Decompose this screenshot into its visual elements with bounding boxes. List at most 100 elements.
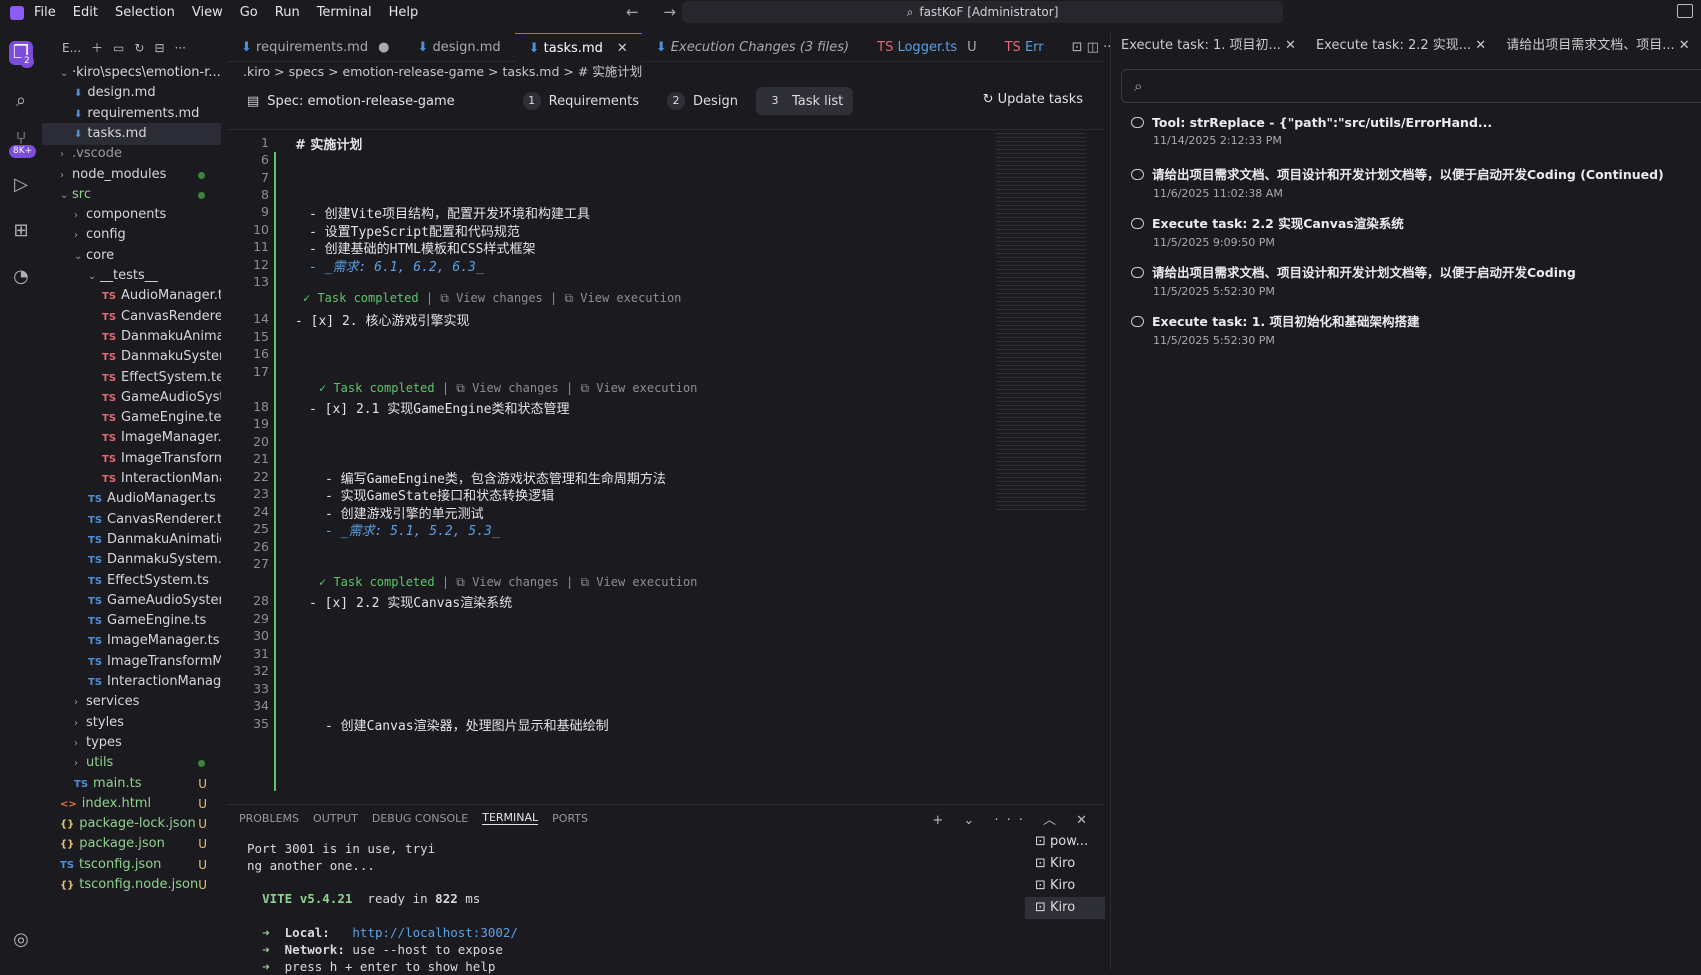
task-checkbox-line[interactable]: - [x] 2.1 实现GameEngine类和状态管理 (309, 398, 570, 417)
command-center[interactable]: ⌕ fastKoF [Administrator] (682, 1, 1283, 23)
spec-step-requirements[interactable]: 1 Requirements (513, 87, 649, 115)
editor-tab[interactable]: ⬇ tasks.md ✕ (514, 33, 642, 62)
tree-item[interactable]: TS ImageManager.ts (42, 630, 221, 652)
tree-item[interactable]: ⌄ src (42, 184, 221, 206)
tree-item[interactable]: TS GameEngine.ts (42, 610, 221, 632)
panel-tab-terminal[interactable]: TERMINAL (482, 811, 539, 825)
view-execution-link[interactable]: ⧉ View execution (580, 381, 697, 395)
tree-item[interactable]: › types (42, 732, 221, 754)
tree-item[interactable]: ⬇ tasks.md (42, 122, 221, 145)
terminal-output[interactable]: Port 3001 is in use, tryi ng another one… (247, 841, 518, 975)
terminal-instance[interactable]: ⊡ Kiro (1025, 875, 1105, 897)
new-folder-icon[interactable]: ▭ (113, 41, 124, 55)
local-url-link[interactable]: http://localhost:3002/ (352, 925, 518, 940)
panel-tab-ports[interactable]: PORTS (552, 812, 588, 825)
tree-item[interactable]: TSDanmakuAnimatio... (42, 326, 221, 348)
menu-item-terminal[interactable]: Terminal (317, 5, 372, 20)
layout-toggle-icon[interactable] (1677, 4, 1693, 18)
tree-item[interactable]: TSInteractionManage... (42, 468, 221, 490)
menu-item-selection[interactable]: Selection (115, 5, 175, 20)
tree-item[interactable]: TSDanmakuAnimation... (42, 529, 221, 551)
task-checkbox-line[interactable]: - [x] 2. 核心游戏引擎实现 (295, 310, 469, 329)
tree-item[interactable]: › components (42, 204, 221, 226)
tree-item[interactable]: TSCanvasRenderer.te... (42, 306, 221, 328)
tree-item[interactable]: TSImageManager.tes... (42, 427, 221, 449)
tree-item[interactable]: TSEffectSystem.test.ts (42, 367, 221, 389)
tree-item[interactable]: › node_modules (42, 164, 221, 186)
menu-item-go[interactable]: Go (240, 5, 258, 20)
tree-item[interactable]: {} package-lock.json U (42, 813, 221, 835)
tree-item[interactable]: TSDanmakuSystem.t... (42, 346, 221, 368)
minimap[interactable] (996, 130, 1086, 510)
run-debug-icon[interactable]: ▷ (9, 173, 33, 197)
tree-item[interactable]: ⌄ ·kiro\specs\emotion-r... (42, 62, 221, 84)
tree-item[interactable]: TS CanvasRenderer.ts (42, 509, 221, 531)
breadcrumb[interactable]: .kiro > specs > emotion-release-game > t… (227, 62, 1105, 82)
editor-tab[interactable]: ⬇ Execution Changes (3 files) (642, 33, 863, 62)
view-execution-link[interactable]: ⧉ View execution (580, 575, 697, 589)
terminal-instance[interactable]: ⊡ Kiro (1025, 853, 1105, 875)
spec-step-task-list[interactable]: 3 Task list (755, 87, 854, 115)
panel-tab-problems[interactable]: PROBLEMS (239, 812, 299, 825)
menu-item-file[interactable]: File (34, 5, 56, 20)
nav-arrows[interactable]: ← → (626, 3, 686, 21)
refresh-icon[interactable]: ↻ (134, 41, 144, 55)
view-changes-link[interactable]: ⧉ View changes (456, 575, 559, 589)
history-item[interactable]: Tool: strReplace - {"path":"src/utils/Er… (1131, 115, 1492, 147)
account-icon[interactable]: ◎ (9, 928, 33, 952)
task-checkbox-line[interactable]: - [x] 2.2 实现Canvas渲染系统 (309, 592, 512, 611)
tree-item[interactable]: ⬇ requirements.md (42, 103, 221, 125)
tree-item[interactable]: › services (42, 691, 221, 713)
panel-tab-output[interactable]: OUTPUT (313, 812, 358, 825)
tree-item[interactable]: <> index.html U (42, 793, 221, 815)
more-icon[interactable]: ··· (175, 41, 186, 55)
tree-item[interactable]: TSGameAudioSystem.ts (42, 590, 221, 612)
history-item[interactable]: Execute task: 2.2 实现Canvas渲染系统 11/5/2025 … (1131, 213, 1404, 249)
panel-controls[interactable]: + ⌄ ··· ︿ ✕ (932, 809, 1095, 828)
tree-item[interactable]: TSGameEngine.test.ts (42, 407, 221, 429)
history-item[interactable]: 请给出项目需求文档、项目设计和开发计划文档等，以便于启动开发Coding (Co… (1131, 164, 1664, 200)
chat-tab[interactable]: Execute task: 1. 项目初... ✕ (1111, 33, 1306, 58)
tree-item[interactable]: ⬇ design.md (42, 82, 221, 104)
tree-item[interactable]: TS tsconfig.json U (42, 854, 221, 876)
editor-tab[interactable]: ⬇ requirements.md ● (227, 33, 403, 62)
tree-item[interactable]: TS main.ts U (42, 773, 221, 795)
tree-item[interactable]: {} package.json U (42, 833, 221, 855)
panel-tab-debug-console[interactable]: DEBUG CONSOLE (372, 812, 468, 825)
tree-item[interactable]: › utils (42, 752, 221, 774)
chat-tab[interactable]: Execute task: 2.2 实现... ✕ (1306, 33, 1496, 58)
spec-step-design[interactable]: 2 Design (657, 87, 748, 115)
chat-tab[interactable]: 请给出项目需求文档、项目... ✕ (1496, 33, 1699, 58)
history-search-input[interactable]: ⌕ (1121, 69, 1701, 103)
kiro-ghost-icon[interactable]: ◔ (9, 265, 33, 289)
tree-item[interactable]: TSAudioManager.test... (42, 285, 221, 307)
terminal-instance[interactable]: ⊡ Kiro (1025, 897, 1105, 919)
tree-item[interactable]: TSGameAudioSystem... (42, 387, 221, 409)
view-changes-link[interactable]: ⧉ View changes (440, 291, 543, 305)
tree-item[interactable]: TSInteractionManager.ts (42, 671, 221, 693)
tree-item[interactable]: ⌄ __tests__ (42, 265, 221, 287)
editor-tab[interactable]: TS Err (991, 33, 1058, 62)
tree-item[interactable]: ⌄ core (42, 245, 221, 267)
close-icon[interactable]: ✕ (617, 41, 628, 56)
update-tasks-button[interactable]: ↻ Update tasks (983, 92, 1083, 107)
view-changes-link[interactable]: ⧉ View changes (456, 381, 559, 395)
tree-item[interactable]: TS EffectSystem.ts (42, 570, 221, 592)
menu-item-view[interactable]: View (192, 5, 223, 20)
tree-item[interactable]: TSDanmakuSystem.ts (42, 549, 221, 571)
code-view[interactable]: 1 6 7 8 9 10 11 12 13 14 15 16 17 18 19 20 21 22 23 24 25 26 2… (227, 129, 1105, 791)
menu-item-edit[interactable]: Edit (73, 5, 98, 20)
editor-tab[interactable]: TS Logger.ts U (863, 33, 990, 62)
tree-item[interactable]: › .vscode (42, 143, 221, 165)
menu-item-help[interactable]: Help (389, 5, 419, 20)
terminal-instance[interactable]: ⊡ pow... (1025, 831, 1105, 853)
tree-item[interactable]: {} tsconfig.node.json U (42, 874, 221, 896)
search-icon[interactable]: ⌕ (9, 89, 33, 113)
tree-item[interactable]: TSImageTransformMa... (42, 651, 221, 673)
collapse-icon[interactable]: ⊟ (154, 41, 164, 55)
tree-item[interactable]: TSImageTransformM... (42, 448, 221, 470)
menu-item-run[interactable]: Run (275, 5, 300, 20)
history-item[interactable]: 请给出项目需求文档、项目设计和开发计划文档等，以便于启动开发Coding 11/5… (1131, 262, 1576, 298)
tree-item[interactable]: TS AudioManager.ts (42, 488, 221, 510)
tree-item[interactable]: › styles (42, 712, 221, 734)
